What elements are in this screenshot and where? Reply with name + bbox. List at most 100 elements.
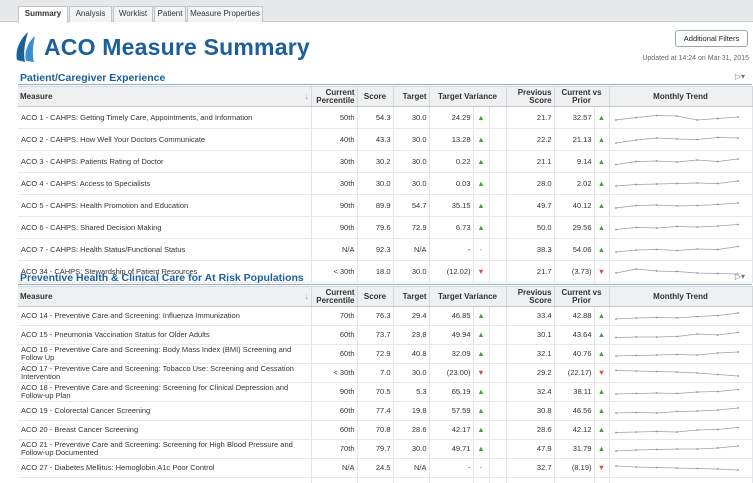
score: 79.6: [357, 216, 394, 239]
tab-worklist[interactable]: Worklist: [113, 6, 153, 22]
column-header-measure[interactable]: Measure ↓: [18, 286, 312, 307]
export-menu-icon[interactable]: ▷​▾: [735, 272, 745, 281]
measure-name: ACO 18 - Preventive Care and Screening: …: [18, 382, 312, 402]
table-row[interactable]: ACO 5 - CAHPS: Health Promotion and Educ…: [18, 194, 753, 217]
trend-point: [736, 115, 739, 118]
previous-score: 32.4: [506, 382, 555, 402]
additional-filters-button[interactable]: Additional Filters: [675, 30, 748, 47]
trend-point: [634, 267, 637, 270]
table-row[interactable]: ACO 19 - Colorectal Cancer Screening 60th…: [18, 401, 753, 421]
trend-point: [655, 269, 658, 272]
column-header-previous-score[interactable]: Previous Score: [506, 86, 555, 107]
cvp-arrow-icon: ▲: [594, 216, 610, 239]
score: 18.0: [357, 260, 394, 283]
tab-patient[interactable]: Patient: [154, 6, 186, 22]
spacer-cell: [489, 382, 507, 402]
trend-sparkline: [614, 331, 739, 339]
column-header-measure[interactable]: Measure ↓: [18, 86, 312, 107]
monthly-trend: [609, 216, 753, 239]
column-header-score[interactable]: Score: [357, 286, 394, 307]
current-vs-prior: 2.02: [554, 172, 595, 195]
column-header-score[interactable]: Score: [357, 86, 394, 107]
table-row[interactable]: ACO 2 - CAHPS: How Well Your Doctors Com…: [18, 128, 753, 151]
trend-point: [655, 370, 658, 373]
table-row[interactable]: ACO 6 - CAHPS: Shared Decision Making 90t…: [18, 216, 753, 239]
variance-arrow-icon: ▼: [473, 260, 490, 283]
column-header-score-label: Score: [363, 291, 387, 301]
trend-point: [675, 225, 678, 227]
sort-icon[interactable]: ↓: [305, 292, 309, 301]
table-row[interactable]: ACO 18 - Preventive Care and Screening: …: [18, 382, 753, 402]
column-header-current-vs-prior[interactable]: Current vs Prior: [554, 86, 610, 107]
variance-arrow-icon: -: [473, 238, 490, 261]
trend-point: [675, 317, 678, 319]
column-header-target-variance[interactable]: Target Variance: [429, 286, 507, 307]
target: 5.3: [393, 382, 430, 402]
target: 19.8: [393, 401, 430, 421]
patient-experience-table: Measure ↓ Current Percentile Score Target Tar…: [18, 86, 753, 283]
tab-measure-properties[interactable]: Measure Properties: [187, 6, 263, 22]
table-row[interactable]: ACO 16 - Preventive Care and Screening: …: [18, 344, 753, 364]
column-header-monthly-trend[interactable]: Monthly Trend: [609, 286, 753, 307]
column-header-previous-score-label: Previous Score: [517, 87, 552, 105]
sort-icon[interactable]: ↓: [305, 92, 309, 101]
table-row[interactable]: ACO 15 - Pneumonia Vaccination Status fo…: [18, 325, 753, 345]
measure-name: ACO 17 - Preventive Care and Screening: …: [18, 363, 312, 383]
table-row[interactable]: ACO 20 - Breast Cancer Screening 60th 70.8…: [18, 420, 753, 440]
trend-point: [716, 203, 719, 205]
tab-analysis[interactable]: Analysis: [69, 6, 112, 22]
table-row[interactable]: ACO 4 - CAHPS: Access to Specialists 30th…: [18, 172, 753, 195]
cvp-arrow-icon: ▼: [594, 363, 610, 383]
export-menu-icon[interactable]: ▷​▾: [735, 72, 745, 81]
table-row[interactable]: ACO 7 - CAHPS: Health Status/Functional …: [18, 238, 753, 261]
trend-point: [634, 392, 637, 395]
trend-point: [614, 355, 617, 357]
table-row[interactable]: ACO 14 - Preventive Care and Screening: …: [18, 306, 753, 326]
trend-point: [695, 271, 698, 274]
table-row[interactable]: ACO 3 - CAHPS: Patients Rating of Doctor…: [18, 150, 753, 173]
current-percentile: 90th: [311, 194, 358, 217]
column-header-current-percentile[interactable]: Current Percentile: [311, 286, 358, 307]
column-header-current-vs-prior-label: Current vs Prior: [561, 87, 602, 105]
trend-point: [736, 375, 739, 377]
current-percentile: 30th: [311, 172, 358, 195]
trend-point: [716, 447, 719, 449]
previous-score: 49.7: [506, 194, 555, 217]
table-row[interactable]: ACO 21 - Preventive Care and Screening: …: [18, 439, 753, 459]
column-header-target[interactable]: Target: [393, 86, 430, 107]
column-header-measure-label: Measure: [20, 91, 53, 101]
measure-name: ACO 1 - CAHPS: Getting Timely Care, Appo…: [18, 106, 312, 129]
monthly-trend: [609, 439, 753, 459]
column-header-current-percentile[interactable]: Current Percentile: [311, 86, 358, 107]
previous-score: 30.1: [506, 325, 555, 345]
score: 70.8: [357, 420, 394, 440]
spacer-cell: [489, 477, 507, 483]
trend-point: [614, 318, 617, 320]
column-header-previous-score[interactable]: Previous Score: [506, 286, 555, 307]
preventive-health-table: Measure ↓ Current Percentile Score Target Tar…: [18, 286, 753, 483]
monthly-trend: [609, 306, 753, 326]
spacer-cell: [489, 325, 507, 345]
table-row[interactable]: ACO 28 - Hypertension (HTN): Controlling…: [18, 477, 753, 483]
column-header-monthly-trend[interactable]: Monthly Trend: [609, 86, 753, 107]
table-row[interactable]: ACO 17 - Preventive Care and Screening: …: [18, 363, 753, 383]
column-header-target[interactable]: Target: [393, 286, 430, 307]
spacer-cell: [489, 401, 507, 421]
trend-point: [655, 159, 658, 162]
current-vs-prior: 32.57: [554, 106, 595, 129]
measure-name: ACO 28 - Hypertension (HTN): Controlling…: [18, 477, 312, 483]
cvp-arrow-icon: ▲: [594, 439, 610, 459]
table-row[interactable]: ACO 27 - Diabetes Mellitus: Hemoglobin A…: [18, 458, 753, 478]
spacer-cell: [489, 194, 507, 217]
current-vs-prior: 54.06: [554, 238, 595, 261]
column-header-target-variance[interactable]: Target Variance: [429, 86, 507, 107]
target: 40.8: [393, 344, 430, 364]
tab-summary[interactable]: Summary: [18, 6, 68, 23]
table-row[interactable]: ACO 1 - CAHPS: Getting Timely Care, Appo…: [18, 106, 753, 129]
current-percentile: 40th: [311, 128, 358, 151]
trend-point: [634, 116, 637, 118]
column-header-current-vs-prior[interactable]: Current vs Prior: [554, 286, 610, 307]
measure-name: ACO 19 - Colorectal Cancer Screening: [18, 401, 312, 421]
variance-arrow-icon: ▼: [473, 363, 490, 383]
trend-point: [655, 203, 658, 206]
